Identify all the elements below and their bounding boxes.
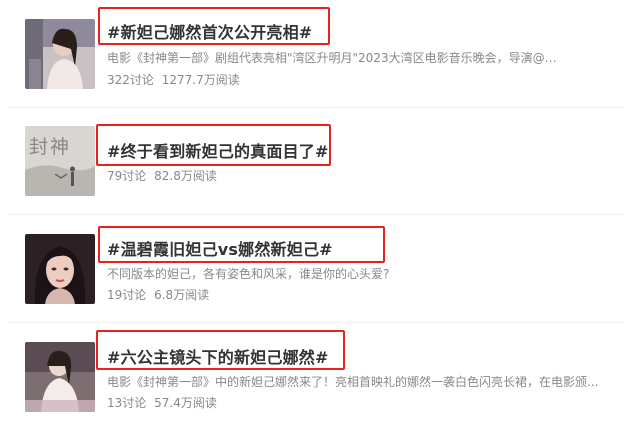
discussion-count: 19讨论 bbox=[107, 288, 147, 302]
topic-title[interactable]: #新妲己娜然首次公开亮相# bbox=[107, 19, 312, 43]
poster-text: 封神 bbox=[29, 136, 72, 158]
topic-item[interactable]: 封神 #终于看到新妲己的真面目了# 79讨论 82.8万阅读 bbox=[0, 108, 624, 216]
topic-thumbnail[interactable] bbox=[25, 342, 95, 412]
topic-stats: 79讨论 82.8万阅读 bbox=[107, 167, 217, 184]
topic-stats: 13讨论 57.4万阅读 bbox=[107, 394, 217, 411]
topic-thumbnail[interactable] bbox=[25, 234, 95, 304]
topic-title[interactable]: #温碧霞旧妲己vs娜然新妲己# bbox=[107, 236, 333, 260]
topic-item[interactable]: #新妲己娜然首次公开亮相# 电影《封神第一部》剧组代表亮相"湾区升明月"2023… bbox=[0, 0, 624, 108]
divider bbox=[8, 322, 624, 323]
divider bbox=[8, 214, 624, 215]
read-count: 1277.7万阅读 bbox=[161, 73, 240, 87]
topic-description: 不同版本的妲己，各有姿色和风采，谁是你的心头爱? bbox=[107, 267, 390, 281]
read-count: 82.8万阅读 bbox=[154, 169, 217, 183]
topic-title[interactable]: #六公主镜头下的新妲己娜然# bbox=[107, 344, 329, 368]
discussion-count: 322讨论 bbox=[107, 73, 154, 87]
discussion-count: 13讨论 bbox=[107, 396, 147, 410]
topic-title[interactable]: #终于看到新妲己的真面目了# bbox=[107, 138, 329, 162]
topic-item[interactable]: #六公主镜头下的新妲己娜然# 电影《封神第一部》中的新妲己娜然来了！亮相首映礼的… bbox=[0, 324, 624, 438]
topic-stats: 322讨论 1277.7万阅读 bbox=[107, 71, 240, 88]
topic-list: #新妲己娜然首次公开亮相# 电影《封神第一部》剧组代表亮相"湾区升明月"2023… bbox=[0, 0, 624, 438]
read-count: 6.8万阅读 bbox=[154, 288, 210, 302]
topic-description: 电影《封神第一部》中的新妲己娜然来了！亮相首映礼的娜然一袭白色闪亮长裙，在电影颁… bbox=[107, 375, 599, 389]
read-count: 57.4万阅读 bbox=[154, 396, 217, 410]
topic-description: 电影《封神第一部》剧组代表亮相"湾区升明月"2023大湾区电影音乐晚会，导演@乌… bbox=[107, 51, 567, 65]
topic-stats: 19讨论 6.8万阅读 bbox=[107, 286, 209, 303]
topic-thumbnail[interactable] bbox=[25, 19, 95, 89]
topic-item[interactable]: #温碧霞旧妲己vs娜然新妲己# 不同版本的妲己，各有姿色和风采，谁是你的心头爱?… bbox=[0, 216, 624, 324]
discussion-count: 79讨论 bbox=[107, 169, 147, 183]
topic-thumbnail[interactable]: 封神 bbox=[25, 126, 95, 196]
